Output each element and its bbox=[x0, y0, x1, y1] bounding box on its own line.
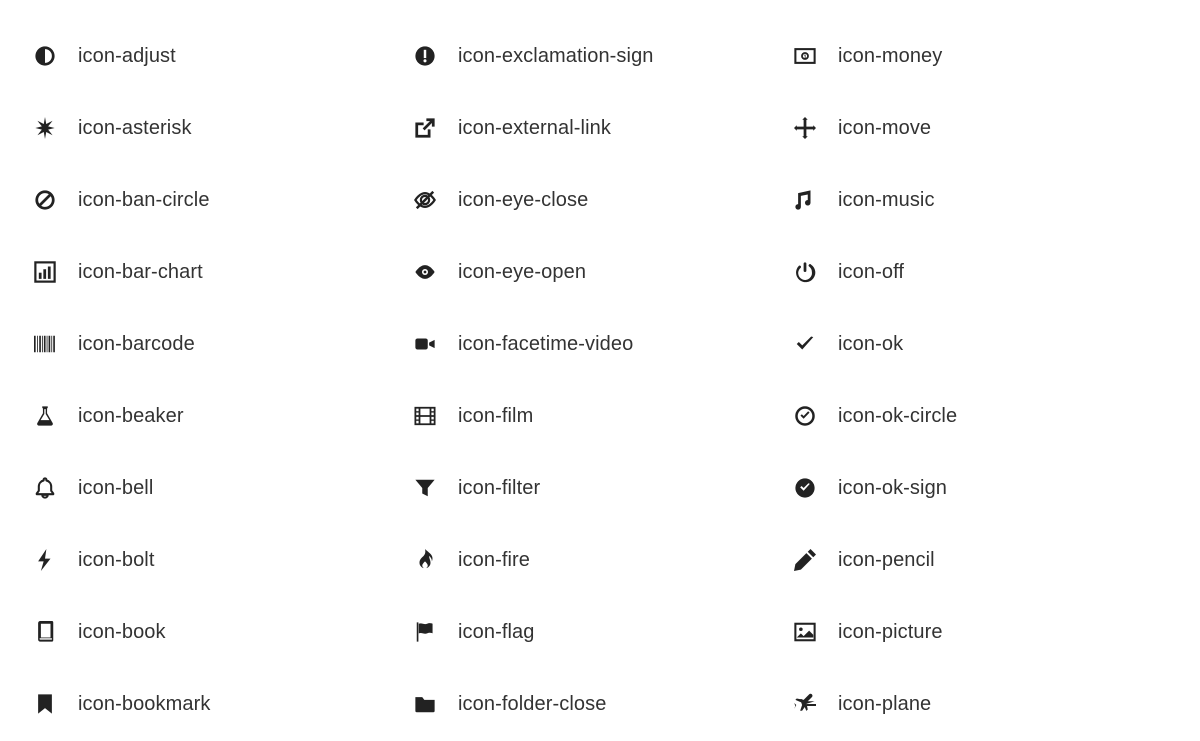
list-item[interactable]: icon-bolt bbox=[34, 524, 406, 596]
off-icon bbox=[794, 261, 838, 283]
list-item[interactable]: icon-ok-circle bbox=[794, 380, 1166, 452]
icon-label: icon-music bbox=[838, 189, 935, 212]
list-item[interactable]: icon-eye-close bbox=[414, 164, 786, 236]
list-item[interactable]: icon-facetime-video bbox=[414, 308, 786, 380]
icon-label: icon-beaker bbox=[78, 405, 184, 428]
bar-chart-icon bbox=[34, 261, 78, 283]
list-item[interactable]: icon-fire bbox=[414, 524, 786, 596]
icon-label: icon-barcode bbox=[78, 333, 195, 356]
book-icon bbox=[34, 621, 78, 643]
eye-open-icon bbox=[414, 261, 458, 283]
icon-label: icon-flag bbox=[458, 621, 535, 644]
move-icon bbox=[794, 117, 838, 139]
list-item[interactable]: icon-bar-chart bbox=[34, 236, 406, 308]
icon-label: icon-adjust bbox=[78, 45, 176, 68]
fire-icon bbox=[414, 549, 458, 571]
icon-label: icon-picture bbox=[838, 621, 943, 644]
icon-label: icon-ok-circle bbox=[838, 405, 957, 428]
icon-label: icon-ok bbox=[838, 333, 903, 356]
list-item[interactable]: icon-filter bbox=[414, 452, 786, 524]
list-item[interactable]: icon-money bbox=[794, 20, 1166, 92]
picture-icon bbox=[794, 621, 838, 643]
money-icon bbox=[794, 45, 838, 67]
list-item[interactable]: icon-ok-sign bbox=[794, 452, 1166, 524]
icon-label: icon-asterisk bbox=[78, 117, 192, 140]
list-item[interactable]: icon-move bbox=[794, 92, 1166, 164]
icon-label: icon-eye-open bbox=[458, 261, 586, 284]
list-item[interactable]: icon-plane bbox=[794, 668, 1166, 740]
icon-label: icon-off bbox=[838, 261, 904, 284]
icon-label: icon-ok-sign bbox=[838, 477, 947, 500]
list-item[interactable]: icon-bookmark bbox=[34, 668, 406, 740]
bell-icon bbox=[34, 477, 78, 499]
ok-icon bbox=[794, 333, 838, 355]
list-item[interactable]: icon-ok bbox=[794, 308, 1166, 380]
icon-label: icon-money bbox=[838, 45, 942, 68]
icon-label: icon-external-link bbox=[458, 117, 611, 140]
list-item[interactable]: icon-asterisk bbox=[34, 92, 406, 164]
icon-label: icon-exclamation-sign bbox=[458, 45, 654, 68]
icon-label: icon-film bbox=[458, 405, 533, 428]
filter-icon bbox=[414, 477, 458, 499]
ok-circle-icon bbox=[794, 405, 838, 427]
adjust-icon bbox=[34, 45, 78, 67]
flag-icon bbox=[414, 621, 458, 643]
icon-label: icon-move bbox=[838, 117, 931, 140]
icon-label: icon-folder-close bbox=[458, 693, 606, 716]
list-item[interactable]: icon-external-link bbox=[414, 92, 786, 164]
list-item[interactable]: icon-picture bbox=[794, 596, 1166, 668]
plane-icon bbox=[794, 693, 838, 715]
list-item[interactable]: icon-adjust bbox=[34, 20, 406, 92]
ban-circle-icon bbox=[34, 189, 78, 211]
list-item[interactable]: icon-beaker bbox=[34, 380, 406, 452]
list-item[interactable]: icon-music bbox=[794, 164, 1166, 236]
ok-sign-icon bbox=[794, 477, 838, 499]
icon-label: icon-facetime-video bbox=[458, 333, 633, 356]
music-icon bbox=[794, 189, 838, 211]
pencil-icon bbox=[794, 549, 838, 571]
list-item[interactable]: icon-pencil bbox=[794, 524, 1166, 596]
list-item[interactable]: icon-barcode bbox=[34, 308, 406, 380]
icon-label: icon-fire bbox=[458, 549, 530, 572]
icon-label: icon-filter bbox=[458, 477, 540, 500]
icon-label: icon-pencil bbox=[838, 549, 935, 572]
list-item[interactable]: icon-bell bbox=[34, 452, 406, 524]
exclamation-sign-icon bbox=[414, 45, 458, 67]
folder-close-icon bbox=[414, 693, 458, 715]
list-item[interactable]: icon-folder-close bbox=[414, 668, 786, 740]
film-icon bbox=[414, 405, 458, 427]
list-item[interactable]: icon-off bbox=[794, 236, 1166, 308]
list-item[interactable]: icon-film bbox=[414, 380, 786, 452]
icon-label: icon-plane bbox=[838, 693, 931, 716]
icon-label: icon-bookmark bbox=[78, 693, 210, 716]
icon-label: icon-bell bbox=[78, 477, 153, 500]
facetime-video-icon bbox=[414, 333, 458, 355]
eye-close-icon bbox=[414, 189, 458, 211]
icon-label: icon-eye-close bbox=[458, 189, 588, 212]
asterisk-icon bbox=[34, 117, 78, 139]
icon-label: icon-book bbox=[78, 621, 166, 644]
icon-grid: icon-adjust icon-exclamation-sign icon-m… bbox=[0, 0, 1200, 740]
icon-label: icon-bar-chart bbox=[78, 261, 203, 284]
bolt-icon bbox=[34, 549, 78, 571]
list-item[interactable]: icon-book bbox=[34, 596, 406, 668]
bookmark-icon bbox=[34, 693, 78, 715]
icon-label: icon-ban-circle bbox=[78, 189, 210, 212]
list-item[interactable]: icon-exclamation-sign bbox=[414, 20, 786, 92]
beaker-icon bbox=[34, 405, 78, 427]
icon-label: icon-bolt bbox=[78, 549, 155, 572]
list-item[interactable]: icon-eye-open bbox=[414, 236, 786, 308]
list-item[interactable]: icon-flag bbox=[414, 596, 786, 668]
list-item[interactable]: icon-ban-circle bbox=[34, 164, 406, 236]
barcode-icon bbox=[34, 333, 78, 355]
external-link-icon bbox=[414, 117, 458, 139]
